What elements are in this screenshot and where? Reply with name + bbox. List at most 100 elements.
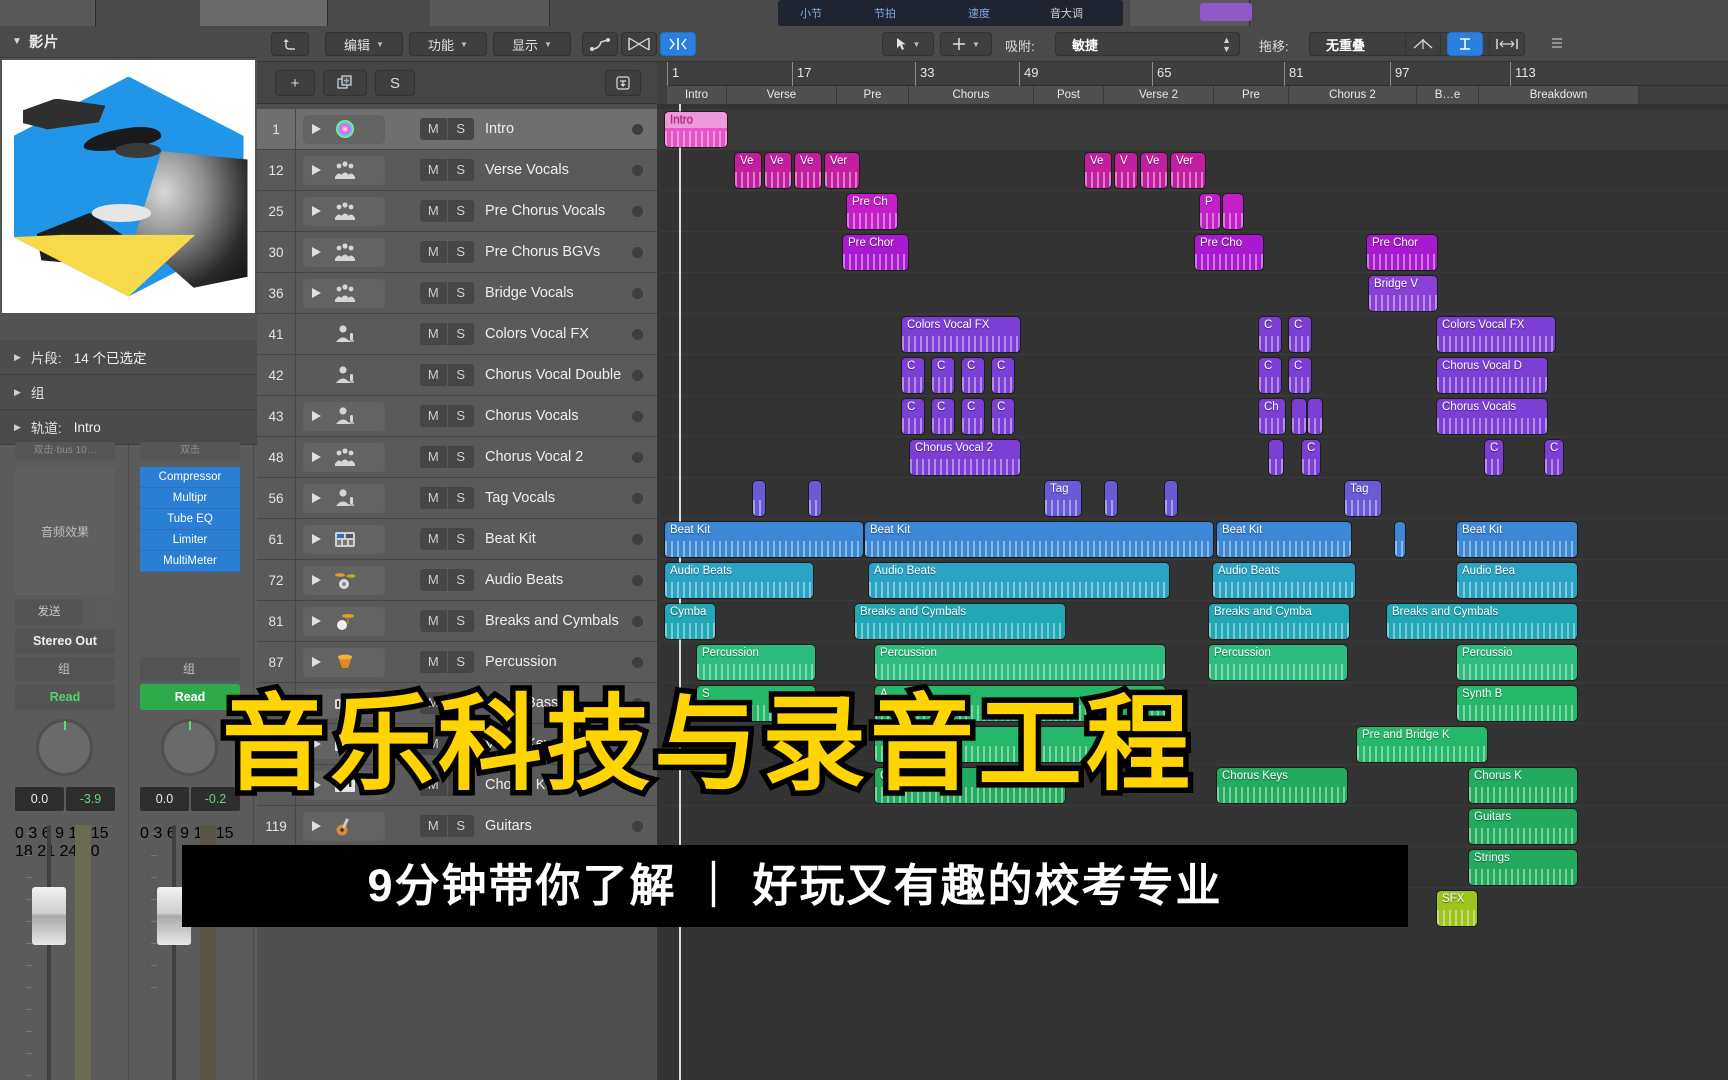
mute-solo-group[interactable]: MS bbox=[420, 569, 474, 591]
record-enable-icon[interactable] bbox=[632, 452, 643, 463]
automation-mode-button[interactable]: Read bbox=[15, 684, 115, 710]
solo-button[interactable]: S bbox=[446, 323, 474, 345]
inspector-row-clips[interactable]: ▶ 片段: 14 个已选定 bbox=[0, 340, 257, 375]
region[interactable] bbox=[1269, 440, 1283, 475]
track-row[interactable]: 81 M S Breaks and Cymbals bbox=[257, 601, 657, 642]
mute-solo-group[interactable]: MS bbox=[420, 815, 474, 837]
region[interactable]: Beat Kit bbox=[865, 522, 1213, 557]
track-view-button[interactable] bbox=[605, 70, 641, 96]
track-icon-box[interactable] bbox=[303, 115, 385, 144]
track-icon-box[interactable] bbox=[303, 238, 385, 267]
pointer-tool-button[interactable]: ▼ bbox=[882, 32, 934, 56]
track-row[interactable]: 12 M S Verse Vocals bbox=[257, 150, 657, 191]
track-name[interactable]: Chorus Vocal Double bbox=[485, 355, 621, 396]
track-name[interactable]: Chorus Vocals bbox=[485, 396, 579, 437]
mute-solo-group[interactable]: MS bbox=[420, 528, 474, 550]
arrangement-marker[interactable]: Pre bbox=[1214, 86, 1289, 104]
mute-solo-group[interactable]: MS bbox=[420, 610, 474, 632]
solo-button[interactable]: S bbox=[446, 569, 474, 591]
track-icon-box[interactable] bbox=[303, 197, 385, 226]
region[interactable]: C bbox=[1259, 358, 1281, 393]
track-name[interactable]: Intro bbox=[485, 109, 514, 150]
record-enable-icon[interactable] bbox=[632, 288, 643, 299]
track-row[interactable]: 36 M S Bridge Vocals bbox=[257, 273, 657, 314]
region[interactable]: Audio Beats bbox=[1213, 563, 1355, 598]
region[interactable] bbox=[1105, 481, 1117, 516]
record-enable-icon[interactable] bbox=[632, 821, 643, 832]
region[interactable]: C bbox=[1289, 358, 1311, 393]
region[interactable]: C bbox=[1545, 440, 1563, 475]
track-row[interactable]: 43 M S Chorus Vocals bbox=[257, 396, 657, 437]
plugin-limiter[interactable]: Limiter bbox=[140, 530, 240, 551]
region[interactable]: V bbox=[1115, 153, 1137, 188]
arrangement-marker-track[interactable]: Intro Verse Pre Chorus Post Verse 2 Pre Chorus … bbox=[667, 86, 1728, 104]
track-name[interactable]: Colors Vocal FX bbox=[485, 314, 589, 355]
track-disclosure-icon[interactable] bbox=[312, 657, 321, 667]
track-row[interactable]: 119 M S Guitars bbox=[257, 806, 657, 847]
region-trim-button[interactable] bbox=[660, 32, 696, 56]
track-disclosure-icon[interactable] bbox=[312, 288, 321, 298]
automation-toggle-button[interactable] bbox=[582, 32, 618, 56]
mute-button[interactable]: M bbox=[420, 118, 447, 140]
solo-button[interactable]: S bbox=[446, 159, 474, 181]
track-disclosure-icon[interactable] bbox=[312, 534, 321, 544]
mute-solo-group[interactable]: MS bbox=[420, 323, 474, 345]
region[interactable]: Percussion bbox=[697, 645, 815, 680]
ruler-bar-17[interactable]: 17 bbox=[792, 62, 811, 86]
menu-edit[interactable]: 编辑 ▼ bbox=[325, 32, 403, 56]
text-tool-button[interactable] bbox=[1447, 32, 1483, 56]
mute-solo-group[interactable]: MS bbox=[420, 364, 474, 386]
strip-top-clipped-label[interactable]: 双击·bus 10… bbox=[15, 442, 115, 460]
solo-button[interactable]: S bbox=[446, 815, 474, 837]
group-slot[interactable]: 组 bbox=[140, 657, 240, 681]
record-enable-icon[interactable] bbox=[632, 370, 643, 381]
audio-fx-slot[interactable]: 音频效果 bbox=[15, 467, 115, 595]
region[interactable]: Chorus K bbox=[1469, 768, 1577, 803]
channel-strip-left[interactable]: 双击·bus 10… 音频效果 发送 Stereo Out 组 Read 0.0… bbox=[5, 442, 129, 1080]
region[interactable] bbox=[1223, 194, 1243, 229]
region[interactable]: Breaks and Cymba bbox=[1209, 604, 1349, 639]
arrangement-marker[interactable]: B…e bbox=[1417, 86, 1479, 104]
region[interactable]: C bbox=[932, 399, 954, 434]
region[interactable] bbox=[1292, 399, 1306, 434]
track-icon-box[interactable] bbox=[303, 402, 385, 431]
mute-solo-group[interactable]: MS bbox=[420, 651, 474, 673]
region[interactable]: Tag bbox=[1345, 481, 1381, 516]
region[interactable]: Pre Cho bbox=[1195, 235, 1263, 270]
group-slot[interactable]: 组 bbox=[15, 657, 115, 681]
track-icon-box[interactable] bbox=[303, 156, 385, 185]
record-enable-icon[interactable] bbox=[632, 411, 643, 422]
track-disclosure-icon[interactable] bbox=[312, 411, 321, 421]
track-name[interactable]: Bridge Vocals bbox=[485, 273, 574, 314]
region[interactable]: Breaks and Cymbals bbox=[855, 604, 1065, 639]
record-enable-icon[interactable] bbox=[632, 329, 643, 340]
region[interactable] bbox=[1308, 399, 1322, 434]
mute-solo-group[interactable]: MS bbox=[420, 118, 474, 140]
track-row[interactable]: 48 M S Chorus Vocal 2 bbox=[257, 437, 657, 478]
mute-button[interactable]: M bbox=[420, 323, 447, 345]
mute-button[interactable]: M bbox=[420, 528, 447, 550]
undo-button[interactable] bbox=[271, 32, 309, 56]
region[interactable]: Pre and Bridge K bbox=[1357, 727, 1487, 762]
region[interactable]: Pre Chor bbox=[843, 235, 908, 270]
region[interactable]: Percussion bbox=[875, 645, 1165, 680]
mute-solo-group[interactable]: MS bbox=[420, 241, 474, 263]
plugin-list[interactable]: Compressor Multipr Tube EQ Limiter Multi… bbox=[140, 467, 240, 595]
region[interactable]: Guitars bbox=[1469, 809, 1577, 844]
track-lane[interactable] bbox=[657, 314, 1728, 355]
mute-solo-group[interactable]: MS bbox=[420, 487, 474, 509]
track-name[interactable]: Guitars bbox=[485, 806, 532, 847]
region[interactable]: C bbox=[902, 399, 924, 434]
mute-button[interactable]: M bbox=[420, 487, 447, 509]
disclosure-triangle-icon[interactable]: ▼ bbox=[12, 36, 22, 47]
track-lane[interactable] bbox=[657, 355, 1728, 396]
record-enable-icon[interactable] bbox=[632, 206, 643, 217]
mute-button[interactable]: M bbox=[420, 405, 447, 427]
track-icon-box[interactable] bbox=[303, 320, 385, 349]
send-knob[interactable] bbox=[95, 602, 115, 622]
track-name[interactable]: Pre Chorus Vocals bbox=[485, 191, 605, 232]
region[interactable] bbox=[1395, 522, 1405, 557]
duplicate-track-button[interactable] bbox=[323, 70, 367, 96]
arrangement-marker[interactable]: Intro bbox=[667, 86, 727, 104]
track-name[interactable]: Percussion bbox=[485, 642, 557, 683]
